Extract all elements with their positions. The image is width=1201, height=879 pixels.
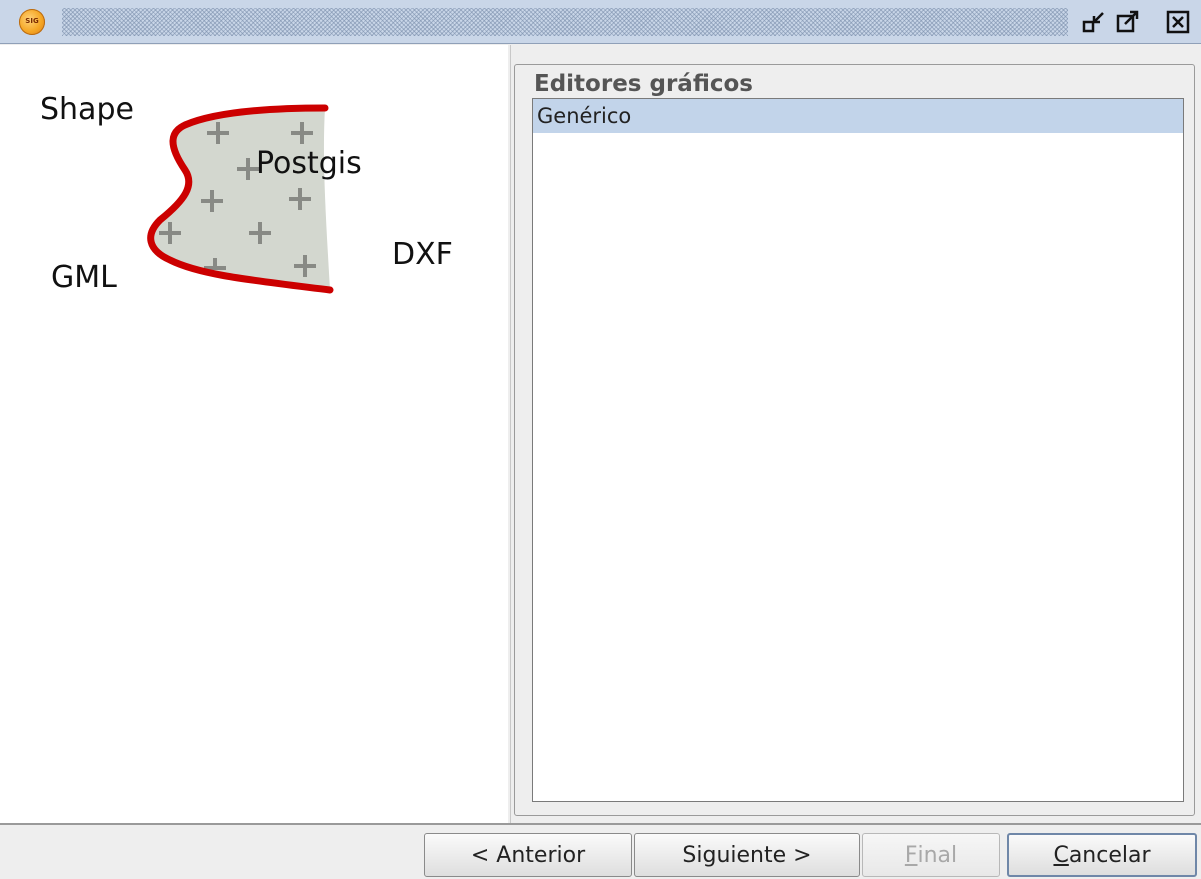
editor-selection-panel: Editores gráficos Genérico xyxy=(510,45,1201,823)
finish-button[interactable]: Final xyxy=(862,833,1000,877)
maximize-icon[interactable] xyxy=(1114,8,1142,36)
group-title: Editores gráficos xyxy=(531,69,756,99)
title-drag-area[interactable] xyxy=(62,8,1068,36)
cancel-label: ancelar xyxy=(1068,842,1151,868)
previous-button[interactable]: < Anterior xyxy=(424,833,632,877)
next-button[interactable]: Siguiente > xyxy=(634,833,860,877)
button-bar: < Anterior Siguiente > Final Cancelar xyxy=(0,823,1201,879)
cancel-button[interactable]: Cancelar xyxy=(1007,833,1197,877)
label-dxf: DXF xyxy=(392,237,453,272)
editors-list[interactable]: Genérico xyxy=(532,98,1184,802)
finish-label: inal xyxy=(917,842,958,868)
title-bar[interactable]: SIG xyxy=(0,0,1201,44)
vector-shape-illustration xyxy=(147,104,334,294)
label-shape: Shape xyxy=(40,92,134,127)
minimize-icon[interactable] xyxy=(1080,8,1108,36)
cancel-mnemonic: C xyxy=(1053,842,1069,868)
wizard-illustration: Shape Postgis GML DXF xyxy=(0,45,508,823)
logo-text: SIG xyxy=(25,17,39,25)
label-postgis: Postgis xyxy=(256,146,362,181)
list-item[interactable]: Genérico xyxy=(533,99,1183,133)
finish-mnemonic: F xyxy=(904,842,918,868)
label-gml: GML xyxy=(51,260,117,295)
close-icon[interactable] xyxy=(1164,8,1192,36)
sig-logo-icon: SIG xyxy=(19,9,45,35)
